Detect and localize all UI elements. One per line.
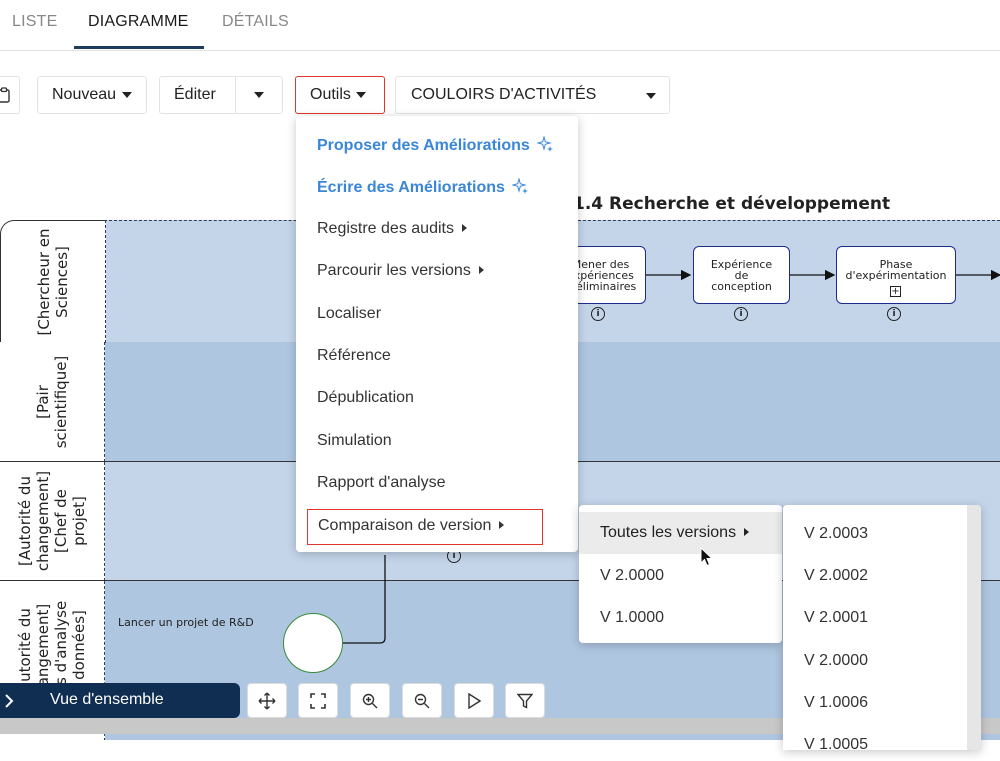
save-button[interactable] (0, 76, 20, 114)
info-icon[interactable]: i (591, 307, 605, 321)
caret-right-icon (744, 528, 750, 536)
menu-item-label: Comparaison de version (318, 517, 505, 535)
task-design-experiment[interactable]: Expérience de conception (693, 246, 790, 304)
start-event-label: Lancer un projet de R&D (118, 616, 254, 629)
filter-button[interactable] (505, 683, 545, 718)
chevron-right-icon (5, 694, 14, 708)
menu-item-locate[interactable]: Localiser (317, 305, 381, 323)
zoom-out-icon (414, 693, 430, 708)
edit-button-label: Éditer (174, 86, 216, 103)
caret-right-icon (461, 224, 467, 232)
submenu-item-all-versions[interactable]: Toutes les versions (579, 512, 782, 554)
version-item[interactable]: V 1.0005 (804, 736, 868, 750)
submenu-item-v1-0000[interactable]: V 1.0000 (600, 609, 664, 627)
all-versions-submenu: V 2.0003 V 2.0002 V 2.0001 V 2.0000 V 1.… (783, 505, 981, 750)
task-experimentation-phase[interactable]: Phase d'expérimentation + (836, 246, 956, 304)
tab-diagramme[interactable]: DIAGRAMME (88, 13, 188, 31)
menu-item-analysis-report[interactable]: Rapport d'analyse (317, 474, 445, 492)
fullscreen-icon (310, 692, 326, 709)
tools-button-label: Outils (310, 86, 351, 103)
menu-item-label: Proposer des Améliorations (317, 137, 530, 154)
filter-icon (517, 693, 533, 709)
start-event[interactable] (283, 613, 343, 673)
active-tab-indicator (74, 46, 204, 49)
menu-item-propose-improvements[interactable]: Proposer des Améliorations (317, 135, 554, 155)
pan-button[interactable] (247, 683, 287, 718)
info-icon[interactable]: i (887, 307, 901, 321)
chevron-down-icon (254, 92, 264, 98)
submenu-item-label: Toutes les versions (600, 524, 737, 541)
menu-item-reference[interactable]: Référence (317, 347, 391, 365)
tools-menu: Proposer des Améliorations Écrire des Am… (296, 116, 578, 552)
subprocess-expand-icon[interactable]: + (890, 286, 901, 297)
chevron-down-icon (355, 92, 366, 98)
zoom-in-icon (362, 693, 378, 708)
sparkle-icon (536, 135, 554, 152)
overview-toggle[interactable]: Vue d'ensemble (0, 683, 240, 718)
menu-item-label: Écrire des Améliorations (317, 179, 505, 196)
menu-item-label: Parcourir les versions (317, 262, 471, 279)
version-item[interactable]: V 2.0003 (804, 525, 868, 543)
sparkle-icon (511, 177, 529, 194)
version-item[interactable]: V 2.0000 (804, 652, 868, 670)
tab-liste[interactable]: LISTE (12, 13, 57, 31)
caret-right-icon (499, 521, 505, 529)
menu-item-unpublish[interactable]: Dépublication (317, 389, 414, 407)
play-button[interactable] (454, 683, 494, 718)
submenu-scrollbar[interactable] (967, 505, 981, 750)
lanes-dropdown[interactable]: COULOIRS D'ACTIVITÉS (395, 76, 670, 114)
new-button-label: Nouveau (52, 86, 117, 103)
menu-item-version-comparison[interactable]: Comparaison de version (307, 509, 543, 545)
menu-item-simulation[interactable]: Simulation (317, 432, 392, 450)
tools-button[interactable]: Outils (295, 76, 385, 114)
zoom-out-button[interactable] (402, 683, 442, 718)
version-item[interactable]: V 2.0002 (804, 567, 868, 585)
edit-dropdown-button[interactable] (235, 76, 283, 114)
version-item[interactable]: V 1.0006 (804, 694, 868, 712)
move-icon (258, 692, 276, 709)
diagram-title: 1.4 Recherche et développement (573, 194, 891, 214)
menu-item-audit-log[interactable]: Registre des audits (317, 220, 467, 238)
lanes-dropdown-label: COULOIRS D'ACTIVITÉS (411, 86, 597, 103)
edit-button[interactable]: Éditer (159, 76, 235, 114)
menu-item-label-text: Comparaison de version (318, 517, 492, 534)
zoom-in-button[interactable] (350, 683, 390, 718)
menu-item-browse-versions[interactable]: Parcourir les versions (317, 262, 484, 280)
task-2-label-3: conception (711, 279, 772, 293)
info-icon[interactable]: i (734, 307, 748, 321)
fit-screen-button[interactable] (298, 683, 338, 718)
tab-details[interactable]: DÉTAILS (222, 13, 289, 31)
version-item[interactable]: V 2.0001 (804, 609, 868, 627)
chevron-down-icon (646, 93, 656, 99)
tab-bar: LISTE DIAGRAMME DÉTAILS (0, 0, 1000, 51)
play-icon (468, 692, 481, 709)
menu-item-label: Registre des audits (317, 220, 454, 237)
chevron-down-icon (122, 92, 133, 98)
version-comparison-submenu: Toutes les versions V 2.0000 V 1.0000 (579, 505, 782, 643)
menu-item-write-improvements[interactable]: Écrire des Améliorations (317, 177, 529, 197)
overview-label: Vue d'ensemble (50, 691, 164, 708)
mouse-cursor-icon (700, 547, 714, 567)
task-3-label-2: d'expérimentation (845, 269, 947, 282)
clipboard-icon (0, 87, 10, 103)
submenu-item-v2-0000[interactable]: V 2.0000 (600, 567, 664, 585)
new-button[interactable]: Nouveau (37, 76, 147, 114)
caret-right-icon (478, 266, 484, 274)
